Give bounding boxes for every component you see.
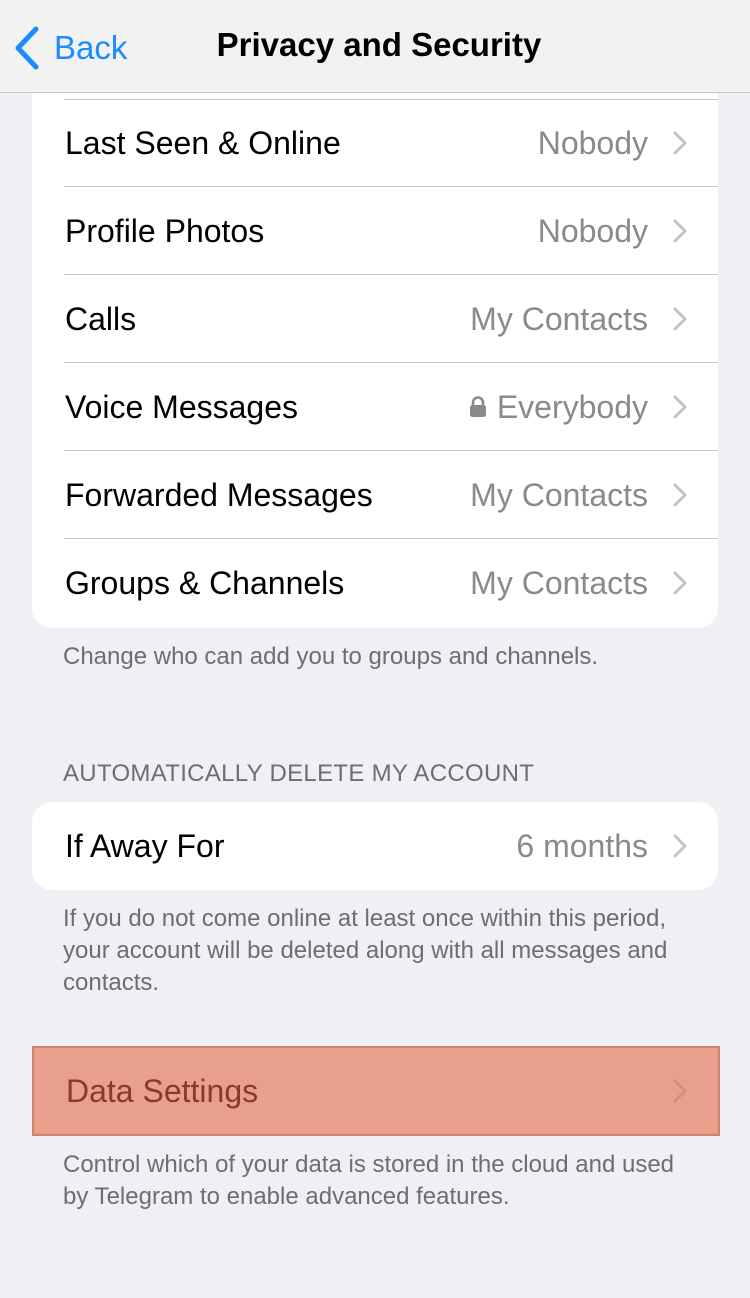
row-value: My Contacts — [470, 476, 648, 513]
privacy-settings-group: Last Seen & Online Nobody Profile Photos… — [32, 70, 718, 628]
chevron-right-icon — [673, 1079, 687, 1103]
delete-account-group: If Away For 6 months — [32, 802, 718, 890]
list-item-profile-photos[interactable]: Profile Photos Nobody — [32, 187, 718, 275]
row-value: My Contacts — [470, 300, 648, 337]
row-label: Groups & Channels — [65, 564, 345, 601]
chevron-right-icon — [673, 483, 687, 507]
row-value: 6 months — [516, 827, 648, 864]
row-label: Voice Messages — [65, 388, 299, 425]
delete-account-footer: If you do not come online at least once … — [63, 905, 668, 996]
list-item-groups-channels[interactable]: Groups & Channels My Contacts — [32, 539, 718, 627]
list-item-last-seen[interactable]: Last Seen & Online Nobody — [32, 99, 718, 187]
chevron-right-icon — [673, 395, 687, 419]
chevron-right-icon — [673, 571, 687, 595]
navigation-bar: Back Privacy and Security — [0, 0, 750, 93]
row-value: Nobody — [537, 124, 648, 161]
privacy-group-footer: Change who can add you to groups and cha… — [63, 643, 599, 670]
row-value: Everybody — [496, 388, 648, 425]
list-item-forwarded-messages[interactable]: Forwarded Messages My Contacts — [32, 451, 718, 539]
data-settings-footer: Control which of your data is stored in … — [63, 1151, 675, 1210]
lock-icon — [469, 396, 486, 417]
chevron-right-icon — [673, 307, 687, 331]
row-label: Forwarded Messages — [65, 476, 373, 513]
row-label: Profile Photos — [65, 212, 265, 249]
row-value-locked: Everybody — [469, 389, 648, 426]
chevron-right-icon — [673, 219, 687, 243]
row-label: If Away For — [65, 827, 225, 864]
section-header-delete-account: AUTOMATICALLY DELETE MY ACCOUNT — [63, 760, 535, 787]
chevron-right-icon — [673, 834, 687, 858]
row-value: Nobody — [537, 212, 648, 249]
page-title: Privacy and Security — [216, 26, 542, 63]
list-item-voice-messages[interactable]: Voice Messages Everybody — [32, 363, 718, 451]
list-item-calls[interactable]: Calls My Contacts — [32, 275, 718, 363]
row-value: My Contacts — [470, 564, 648, 601]
data-settings-button[interactable]: Data Settings — [32, 1046, 720, 1136]
list-item-if-away-for[interactable]: If Away For 6 months — [32, 802, 718, 890]
row-label: Calls — [65, 300, 137, 337]
row-label: Last Seen & Online — [65, 124, 341, 161]
row-label: Data Settings — [66, 1072, 259, 1109]
chevron-right-icon — [673, 131, 687, 155]
